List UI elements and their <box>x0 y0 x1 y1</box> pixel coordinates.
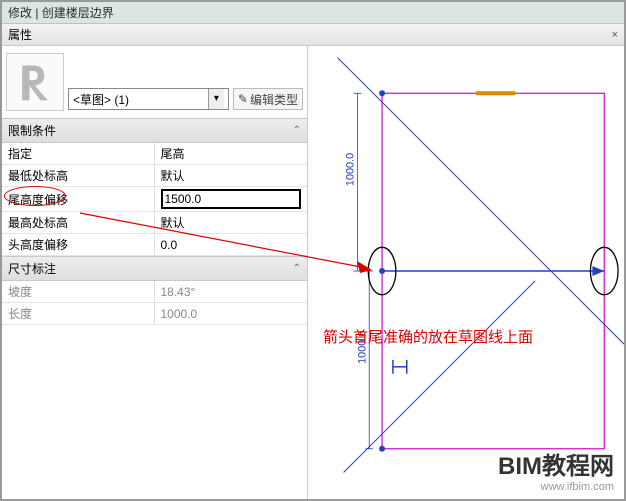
prop-value[interactable]: 尾高 <box>154 143 307 165</box>
tail-offset-input[interactable] <box>161 189 302 209</box>
annotation-text: 箭头首尾准确的放在草图线上面 <box>323 326 533 347</box>
element-type-icon <box>6 53 64 111</box>
edit-type-button[interactable]: ✎ 编辑类型 <box>233 88 303 110</box>
prop-label: 指定 <box>2 143 154 165</box>
prop-value[interactable]: 默认 <box>154 212 307 234</box>
window-title: 修改 | 创建楼层边界 <box>2 2 624 24</box>
category-dimensions[interactable]: 尺寸标注 ⌃ <box>2 256 307 281</box>
category-label: 尺寸标注 <box>8 260 56 277</box>
endpoint-dot-icon <box>379 268 385 274</box>
prop-value: 1000.0 <box>154 303 307 325</box>
edit-type-label: 编辑类型 <box>250 91 298 108</box>
close-icon[interactable]: × <box>612 29 618 41</box>
panel-title: 属性 <box>8 26 32 43</box>
type-selector[interactable]: <草图> (1) ▾ <box>68 88 229 110</box>
chevron-icon: ⌃ <box>293 125 301 136</box>
prop-label: 最低处标高 <box>2 165 154 187</box>
vertex-dot-icon <box>379 446 385 452</box>
prop-label-tail-offset: 尾高度偏移 <box>2 187 154 212</box>
canvas-viewport[interactable]: 1000.0 1000.0 箭头首尾准确的放在草图线上面 BIM教程网 www <box>308 46 624 499</box>
prop-label: 最高处标高 <box>2 212 154 234</box>
diagonal-line <box>344 281 536 473</box>
watermark-title: BIM教程网 <box>498 446 614 481</box>
chevron-icon: ⌃ <box>293 263 301 274</box>
category-label: 限制条件 <box>8 122 56 139</box>
watermark-url: www.ifbim.com <box>498 481 614 493</box>
type-selected-label: <草图> (1) <box>73 91 129 108</box>
dim-text: 1000.0 <box>344 153 356 186</box>
diagonal-line <box>338 58 624 344</box>
prop-value-tail-offset[interactable] <box>154 187 307 212</box>
prop-label: 长度 <box>2 303 154 325</box>
prop-label: 头高度偏移 <box>2 234 154 256</box>
chevron-down-icon: ▾ <box>208 89 224 109</box>
span-marker-icon <box>393 360 407 374</box>
sketch-canvas: 1000.0 1000.0 <box>308 46 624 499</box>
properties-panel: <草图> (1) ▾ ✎ 编辑类型 限制条件 ⌃ 指定尾高 最低处标高默认 尾高… <box>2 46 308 499</box>
vertex-dot-icon <box>379 90 385 96</box>
prop-value: 18.43° <box>154 281 307 303</box>
prop-value[interactable]: 0.0 <box>154 234 307 256</box>
edit-icon: ✎ <box>238 92 248 106</box>
prop-text: 尾高度偏移 <box>8 193 68 207</box>
prop-label: 坡度 <box>2 281 154 303</box>
category-constraints[interactable]: 限制条件 ⌃ <box>2 118 307 143</box>
arrowhead-icon <box>592 266 604 276</box>
watermark: BIM教程网 www.ifbim.com <box>498 446 614 493</box>
panel-header: 属性 × <box>2 24 624 46</box>
title-text: 修改 | 创建楼层边界 <box>8 4 114 21</box>
prop-value[interactable]: 默认 <box>154 165 307 187</box>
